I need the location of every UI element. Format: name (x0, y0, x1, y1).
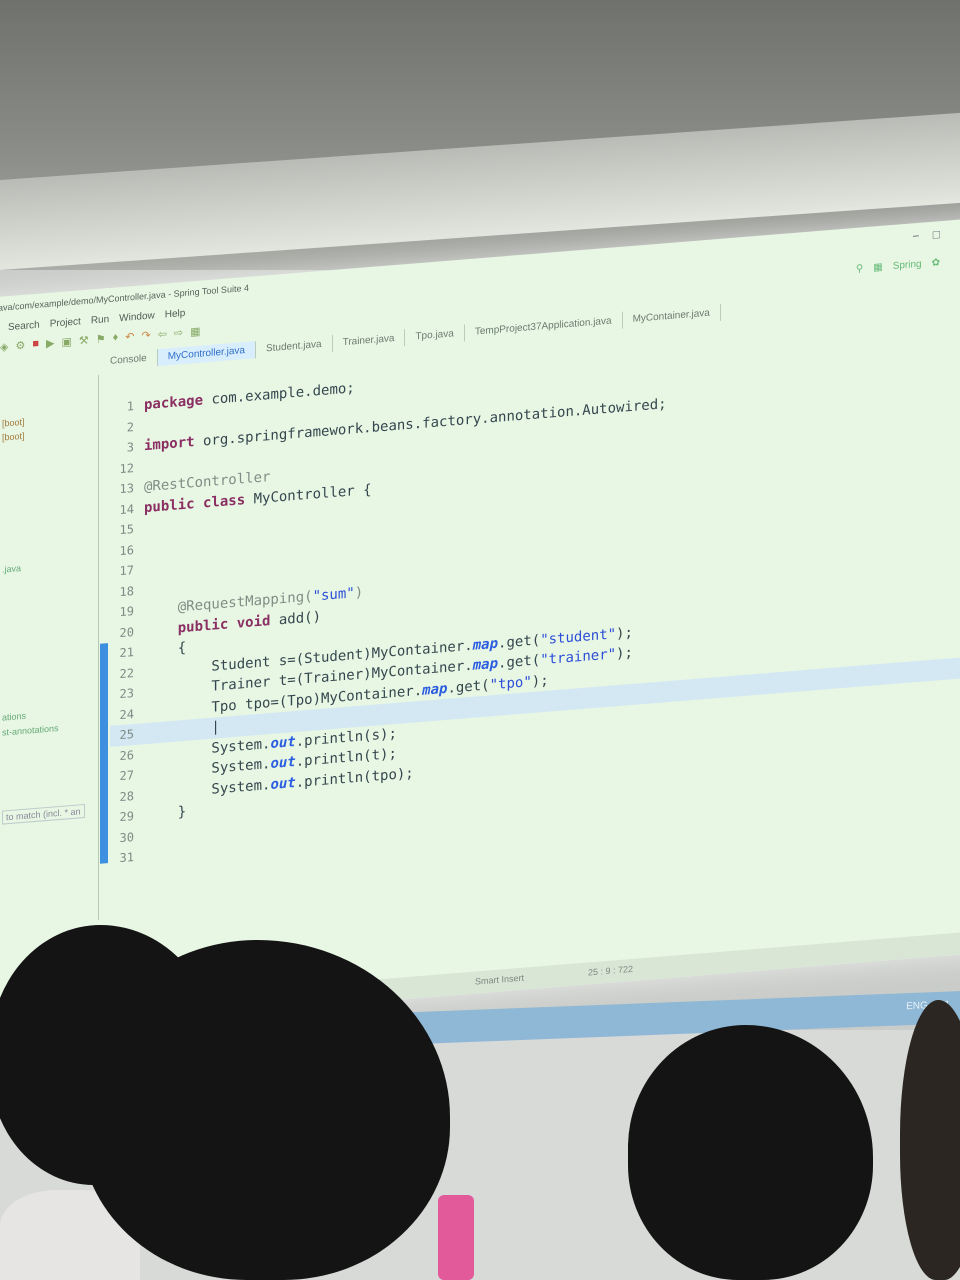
menu-window[interactable]: Window (119, 310, 155, 324)
debug-icon[interactable]: ⚙ (15, 338, 25, 352)
line-number: 3 (126, 440, 134, 455)
line-number: 16 (119, 542, 134, 558)
code-token: .get( (498, 631, 541, 652)
insert-mode: Smart Insert (475, 972, 525, 987)
code-token: map (472, 635, 499, 654)
search-icon[interactable]: ⚲ (856, 263, 863, 275)
line-number: 23 (119, 686, 134, 702)
line-number: 2 (126, 419, 134, 435)
tab-mycontainer[interactable]: MyContainer.java (622, 303, 721, 329)
explorer-item[interactable]: [boot] (2, 417, 25, 429)
line-number: 29 (119, 809, 134, 825)
line-number: 21 (119, 645, 134, 661)
water-bottle (438, 1195, 474, 1280)
line-number: 14 (119, 501, 134, 517)
new-icon[interactable]: ◈ (0, 340, 8, 354)
line-number: 28 (119, 788, 134, 804)
code-token: .get( (498, 652, 541, 672)
code-token: map (472, 655, 499, 674)
perspective-spring[interactable]: Spring (893, 259, 922, 272)
line-number: 22 (119, 665, 134, 681)
explorer-item[interactable]: ations (2, 711, 26, 723)
line-number: 15 (119, 522, 134, 538)
projected-ide-window: ava/com/example/demo/MyController.java -… (0, 216, 960, 1035)
line-number: 31 (119, 850, 134, 866)
line-number: 12 (119, 460, 134, 476)
code-token: ); (616, 624, 633, 642)
code-token: "tpo" (489, 673, 532, 693)
tab-console[interactable]: Console (100, 349, 158, 371)
code-token: out (270, 753, 296, 773)
forward-icon[interactable]: ↷ (141, 328, 150, 342)
line-number: 27 (119, 768, 134, 784)
code-token: out (270, 733, 296, 752)
line-number: 13 (119, 481, 134, 497)
menu-search[interactable]: Search (8, 319, 40, 333)
package-icon[interactable]: ▣ (61, 334, 71, 348)
line-number: 20 (119, 624, 134, 640)
code-token: import (144, 434, 195, 455)
line-number: 18 (119, 583, 134, 599)
tab-student[interactable]: Student.java (255, 335, 333, 359)
explorer-item[interactable]: st-annotations (2, 723, 59, 738)
change-indicator-bar (100, 643, 108, 864)
maximize-icon[interactable]: □ (933, 227, 940, 242)
line-number: 19 (119, 604, 134, 620)
package-explorer: [boot] [boot] .java ations st-annotation… (0, 374, 99, 928)
code-token: ) (354, 584, 364, 602)
nav-forward-icon[interactable]: ⇨ (174, 326, 183, 340)
explorer-item[interactable]: .java (2, 563, 21, 575)
annotation-icon[interactable]: ♦ (113, 331, 119, 343)
line-number: 1 (126, 399, 134, 414)
pin-icon[interactable]: ⚑ (96, 332, 106, 346)
stop-icon[interactable]: ■ (32, 338, 39, 351)
run-icon[interactable]: ▶ (46, 336, 54, 350)
minimize-icon[interactable]: − (912, 229, 919, 244)
menu-project[interactable]: Project (50, 316, 81, 330)
code-token: add() (270, 608, 322, 629)
explorer-item[interactable]: [boot] (2, 431, 25, 443)
filter-input[interactable]: to match (incl. * an (2, 803, 85, 825)
window-controls[interactable]: − □ (912, 223, 940, 247)
line-number: 30 (119, 829, 134, 845)
tab-mycontroller[interactable]: MyController.java (157, 341, 256, 367)
code-token: { (144, 639, 187, 660)
spring-icon[interactable]: ✿ (932, 257, 940, 269)
code-token: } (144, 803, 187, 824)
cursor-position: 25 : 9 : 722 (588, 963, 634, 978)
line-number: 24 (119, 706, 134, 722)
code-token: package (144, 392, 204, 414)
line-number: 26 (119, 747, 134, 763)
nav-back-icon[interactable]: ⇦ (158, 327, 167, 341)
wrench-icon[interactable]: ⚒ (79, 333, 89, 347)
back-icon[interactable]: ↶ (125, 329, 134, 343)
line-number: 17 (119, 563, 134, 579)
code-token: "sum" (312, 585, 355, 605)
tab-trainer[interactable]: Trainer.java (332, 329, 406, 353)
open-console-icon[interactable]: ▦ (190, 324, 200, 338)
code-token: out (270, 774, 296, 793)
menu-help[interactable]: Help (165, 307, 186, 320)
code-token: map (422, 680, 448, 699)
tab-tpo[interactable]: Tpo.java (405, 324, 465, 347)
code-token: ); (531, 672, 549, 690)
code-token: .get( (447, 676, 490, 697)
layout-icon[interactable]: ▦ (873, 262, 882, 274)
line-number: 25 (119, 727, 134, 743)
code-editor[interactable]: 1 package com.example.demo; 2 3 import org.s… (110, 326, 960, 918)
code-token: ); (616, 644, 633, 663)
menu-run[interactable]: Run (91, 313, 109, 325)
